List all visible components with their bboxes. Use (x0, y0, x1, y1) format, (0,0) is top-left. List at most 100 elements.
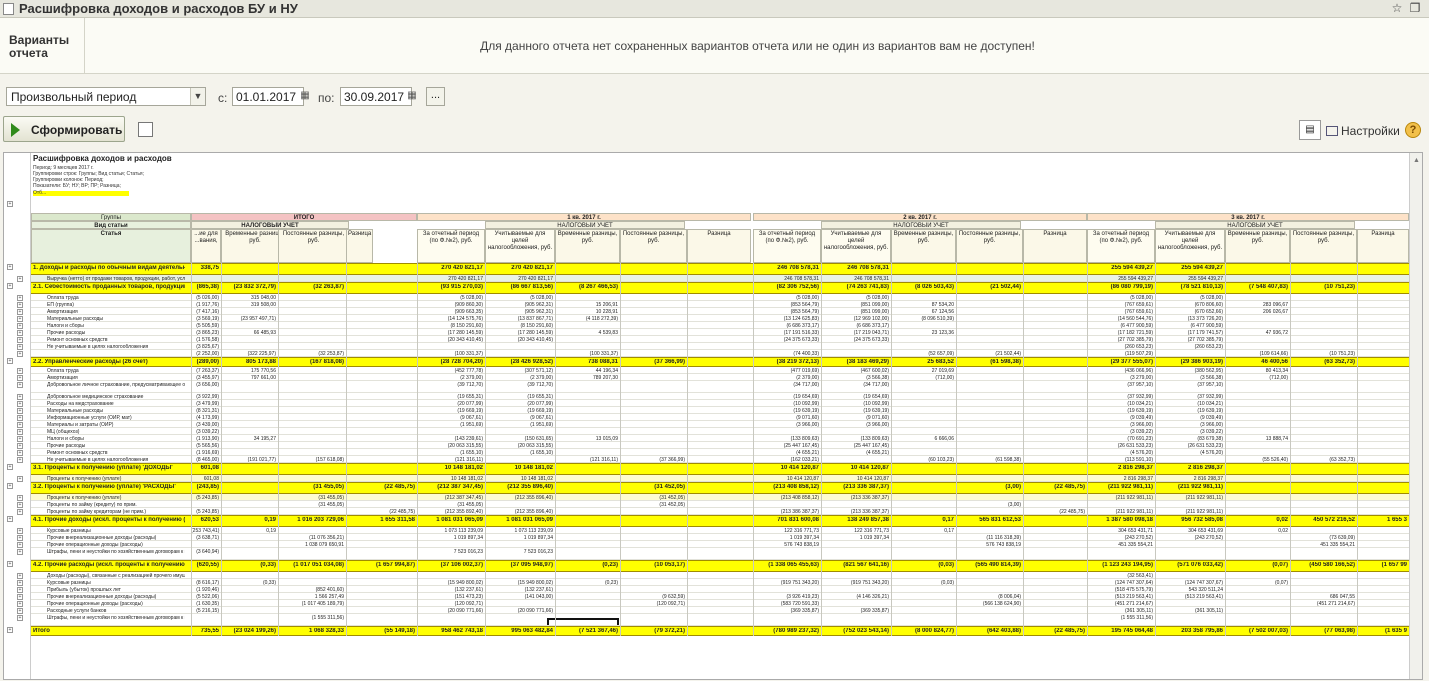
expand-icon[interactable]: + (17, 323, 23, 329)
period-type-select[interactable]: Произвольный период ▼ (6, 87, 206, 106)
expand-icon[interactable]: + (7, 283, 13, 289)
expand-icon[interactable]: + (17, 587, 23, 593)
table-row[interactable]: Налоги и сборы (1 913,90) 34 195,27 (143 23… (31, 435, 1409, 442)
expand-icon[interactable]: + (17, 382, 23, 388)
table-row[interactable]: Курсовые разницы (253 743,41) 0,19 1 073 11… (31, 527, 1409, 534)
expand-icon[interactable]: + (17, 608, 23, 614)
table-row[interactable]: Оплата труда (7 263,37) 175 770,56 (452 777… (31, 367, 1409, 374)
table-row[interactable]: Расходы на медстрахование (3 479,99) (20 0… (31, 400, 1409, 407)
table-row[interactable]: Не учитываемые в целях налогообложения (3… (31, 343, 1409, 350)
expand-icon[interactable]: + (7, 201, 13, 207)
expand-icon[interactable]: + (17, 450, 23, 456)
expand-icon[interactable]: + (17, 330, 23, 336)
table-row[interactable]: Прочие внереализационные доходы (расходы… (31, 593, 1409, 600)
help-icon[interactable]: ? (1405, 122, 1421, 138)
expand-icon[interactable]: + (17, 549, 23, 555)
table-row[interactable]: Прочие внереализационные доходы (расходы… (31, 534, 1409, 541)
table-row[interactable]: Штрафы, пени и неустойки по хозяйственны… (31, 614, 1409, 626)
table-row[interactable]: Материальные расходы (3 569,19) (23 957 49… (31, 315, 1409, 322)
table-row[interactable]: Выручка (нетто) от продажи товаров, прод… (31, 275, 1409, 282)
calendar-icon[interactable]: ▦ (405, 88, 419, 104)
table-row[interactable]: Прочие расходы (5 565,56) (20 063 315,55)(… (31, 442, 1409, 449)
table-row[interactable]: Добровольное медицинское страхование (3 9… (31, 393, 1409, 400)
expand-icon[interactable]: + (17, 594, 23, 600)
expand-icon[interactable]: + (17, 436, 23, 442)
table-row[interactable]: Ремонт основных средств (1 916,69) (1 655,… (31, 449, 1409, 456)
scroll-up-icon[interactable]: ▲ (1413, 157, 1420, 164)
expand-icon[interactable]: + (17, 375, 23, 381)
table-row[interactable]: Ремонт основных средств (1 576,58) (20 343… (31, 336, 1409, 343)
table-row[interactable]: Курсовые разницы (8 616,17) (0,33) (15 949 … (31, 579, 1409, 586)
generate-button[interactable]: Сформировать (3, 116, 125, 142)
print-icon[interactable] (138, 122, 153, 137)
select-period-button[interactable]: ... (426, 87, 445, 106)
table-row[interactable]: Прочие операционные доходы (расходы) (1 6… (31, 600, 1409, 607)
restore-window-icon[interactable]: ❐ (1407, 1, 1423, 15)
expand-icon[interactable]: + (7, 627, 13, 633)
table-row[interactable]: Проценты к получению (уплате) (5 243,85)(… (31, 494, 1409, 501)
expand-icon[interactable]: + (17, 415, 23, 421)
table-row[interactable]: Налоги и сборы (5 505,59) (8 150 291,60) (8… (31, 322, 1409, 329)
section-row[interactable]: 2.1. Себестоимость проданных товаров, пр… (31, 282, 1409, 294)
expand-icon[interactable]: + (7, 561, 13, 567)
table-row[interactable]: Материальные расходы (8 321,31) (19 669,19… (31, 407, 1409, 414)
table-view-icon[interactable]: ▤ (1299, 120, 1321, 140)
expand-icon[interactable]: + (7, 464, 13, 470)
expand-icon[interactable]: + (17, 408, 23, 414)
expand-icon[interactable]: + (17, 337, 23, 343)
expand-icon[interactable]: + (17, 344, 23, 350)
favorite-icon[interactable]: ☆ (1389, 1, 1405, 15)
expand-icon[interactable]: + (17, 502, 23, 508)
expand-icon[interactable]: + (17, 302, 23, 308)
expand-icon[interactable]: + (17, 401, 23, 407)
section-row[interactable]: 4.1. Прочие доходы (искл. проценты к пол… (31, 515, 1409, 527)
expand-icon[interactable]: + (17, 573, 23, 579)
table-row[interactable]: Расходные услуги банков (5 216,15) (20 090… (31, 607, 1409, 614)
expand-icon[interactable]: + (17, 528, 23, 534)
table-row[interactable]: Прибыль (убыток) прошлых лет (1 920,46) (8… (31, 586, 1409, 593)
vertical-scrollbar[interactable]: ▲ (1409, 153, 1422, 679)
table-row[interactable]: (2 252,00) (322 225,97) (32 253,87) (100 33… (31, 350, 1409, 357)
expand-icon[interactable]: + (17, 495, 23, 501)
report-spreadsheet[interactable]: + + + + + + + + + + + + + + + + + + + + + + + + + + + + + + + + + + + + + + + +… (3, 152, 1423, 680)
expand-icon[interactable]: + (17, 542, 23, 548)
date-from-input[interactable]: 01.01.2017 (232, 87, 304, 106)
table-row[interactable]: Проценты к получению (уплате) 601,08 10 14… (31, 475, 1409, 482)
section-row[interactable]: 2.2. Управленческие расходы (26 счет) (28… (31, 357, 1409, 367)
table-row[interactable]: Штрафы, пени и неустойки по хозяйственны… (31, 548, 1409, 560)
expand-icon[interactable]: + (17, 580, 23, 586)
table-row[interactable]: Амортизация (3 455,97) 797 661,00 (2 379,00… (31, 374, 1409, 381)
expand-icon[interactable]: + (17, 457, 23, 463)
table-row[interactable]: Прочие расходы (3 865,23) 66 485,93 (17 280… (31, 329, 1409, 336)
expand-icon[interactable]: + (17, 316, 23, 322)
section-row[interactable]: 4.2. Прочие расходы (искл. проценты к по… (31, 560, 1409, 572)
expand-icon[interactable]: + (7, 483, 13, 489)
expand-icon[interactable]: + (7, 516, 13, 522)
table-row[interactable]: Оплата труда (5 026,00) 315 048,00 (5 028,0… (31, 294, 1409, 301)
section-row[interactable]: 3.2. Проценты к получению (уплате) 'РАСХ… (31, 482, 1409, 494)
expand-icon[interactable]: + (17, 309, 23, 315)
variants-label[interactable]: Варианты отчета (0, 18, 85, 74)
expand-icon[interactable]: + (17, 429, 23, 435)
section-row[interactable]: 1. Доходы и расходы по обычным видам дея… (31, 263, 1409, 275)
table-row[interactable]: Амортизация (7 417,16) (909 663,35) (905 96… (31, 308, 1409, 315)
expand-icon[interactable]: + (17, 443, 23, 449)
expand-icon[interactable]: + (17, 601, 23, 607)
expand-icon[interactable]: + (7, 358, 13, 364)
date-to-input[interactable]: 30.09.2017 (340, 87, 412, 106)
expand-icon[interactable]: + (17, 368, 23, 374)
expand-icon[interactable]: + (17, 509, 23, 515)
table-row[interactable]: Информационные услуги (ОИР, мат) (4 173,9… (31, 414, 1409, 421)
expand-icon[interactable]: + (17, 535, 23, 541)
expand-icon[interactable]: + (17, 394, 23, 400)
table-row[interactable]: МЦ (общехоз) (3 039,22) (3 039,22) (3 039,2… (31, 428, 1409, 435)
table-row[interactable]: Доходы (расходы), связанные с реализацие… (31, 572, 1409, 579)
expand-icon[interactable]: + (17, 476, 23, 482)
expand-icon[interactable]: + (17, 276, 23, 282)
settings-button[interactable]: Настройки (1326, 124, 1400, 138)
calendar-icon[interactable]: ▦ (298, 88, 312, 104)
table-row[interactable]: Проценты по займу (кредиту) по прим. (31 … (31, 501, 1409, 508)
table-row[interactable]: Добровольное личное страхование, предусм… (31, 381, 1409, 393)
expand-icon[interactable]: + (7, 264, 13, 270)
chevron-down-icon[interactable]: ▼ (190, 88, 205, 105)
